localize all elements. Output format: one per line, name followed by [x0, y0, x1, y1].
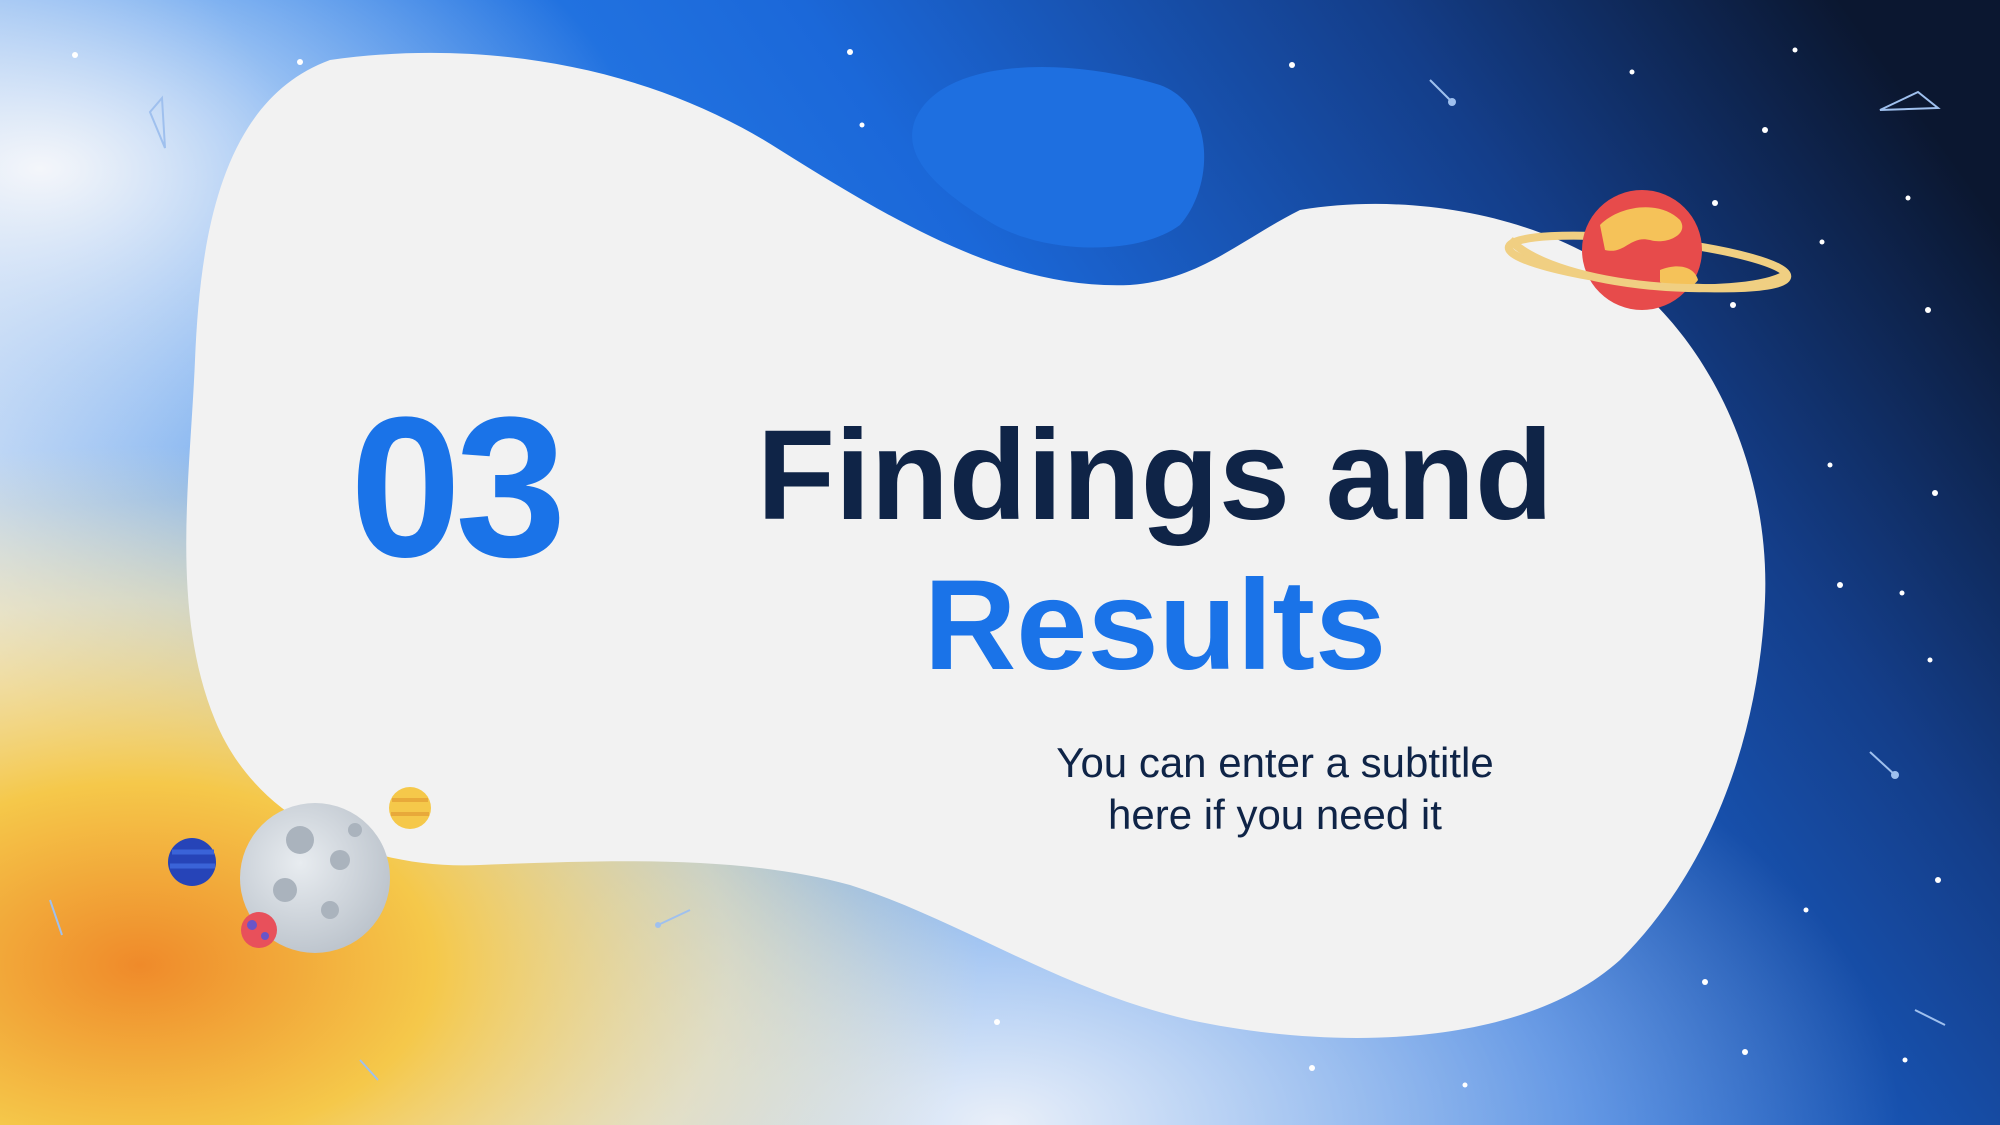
section-number: 03	[350, 376, 566, 599]
blue-planet-icon	[168, 838, 216, 886]
slide: 03 Findings and Results You can enter a …	[0, 0, 2000, 1125]
red-planet-icon	[241, 912, 277, 948]
yellow-planet-icon	[389, 787, 431, 829]
title-line-2: Results	[923, 554, 1387, 697]
subtitle-line-1: You can enter a subtitle	[1056, 739, 1494, 786]
title-line-1: Findings and	[756, 404, 1554, 547]
subtitle-line-2: here if you need it	[1108, 791, 1442, 838]
